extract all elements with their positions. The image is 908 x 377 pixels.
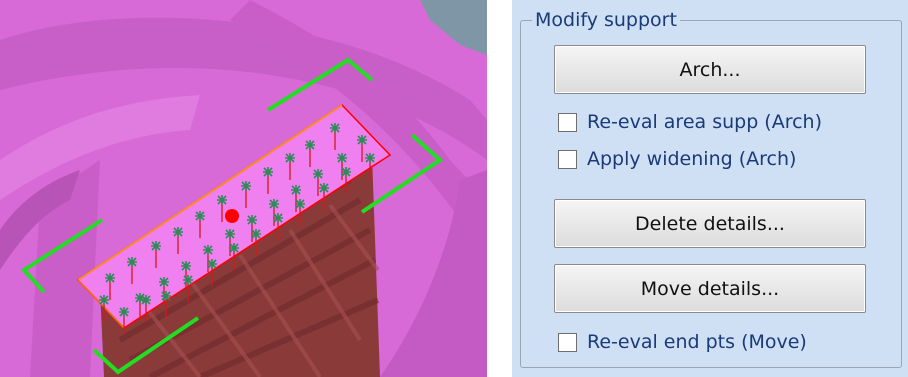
apply-widening-label: Apply widening (Arch) [587, 148, 797, 170]
support-point-marker [341, 167, 351, 177]
group-title: Modify support [532, 8, 680, 32]
support-point-marker [127, 257, 137, 267]
apply-widening-checkbox[interactable]: Apply widening (Arch) [558, 146, 796, 172]
support-point-marker [207, 259, 217, 269]
support-point-marker [365, 153, 375, 163]
support-point-marker [141, 295, 151, 305]
support-point-marker [291, 185, 301, 195]
support-point-marker [161, 291, 171, 301]
support-point-marker [229, 243, 239, 253]
support-point-marker [183, 275, 193, 285]
support-point-marker [319, 183, 329, 193]
checkbox-box[interactable] [558, 332, 577, 352]
reeval-area-checkbox[interactable]: Re-eval area supp (Arch) [558, 109, 822, 135]
support-point-marker [99, 295, 109, 305]
support-point-marker [119, 307, 129, 317]
support-point-marker [337, 153, 347, 163]
support-point-marker [273, 213, 283, 223]
support-point-marker [251, 229, 261, 239]
selected-point [225, 209, 239, 223]
reeval-end-label: Re-eval end pts (Move) [587, 331, 807, 353]
reeval-end-checkbox[interactable]: Re-eval end pts (Move) [558, 329, 807, 355]
support-point-marker [269, 199, 279, 209]
support-point-marker [330, 123, 340, 133]
support-point-marker [151, 241, 161, 251]
reeval-area-label: Re-eval area supp (Arch) [587, 111, 823, 133]
support-point-marker [305, 140, 315, 150]
support-point-marker [217, 195, 227, 205]
delete-details-button[interactable]: Delete details... [554, 199, 866, 248]
support-point-marker [159, 277, 169, 287]
support-point-marker [203, 245, 213, 255]
support-point-marker [173, 227, 183, 237]
modify-support-panel: Modify support Arch... Re-eval area supp… [512, 0, 908, 377]
support-point-marker [285, 153, 295, 163]
3d-viewport[interactable] [0, 0, 487, 377]
support-point-marker [247, 215, 257, 225]
support-point-marker [195, 211, 205, 221]
checkbox-box[interactable] [558, 149, 577, 169]
support-point-marker [357, 135, 367, 145]
arch-button[interactable]: Arch... [554, 45, 866, 94]
support-point-marker [263, 167, 273, 177]
support-point-marker [295, 199, 305, 209]
support-point-marker [181, 261, 191, 271]
support-point-marker [241, 181, 251, 191]
checkbox-box[interactable] [558, 112, 577, 132]
support-point-marker [225, 229, 235, 239]
move-details-button[interactable]: Move details... [554, 264, 866, 313]
support-point-marker [313, 169, 323, 179]
support-point-marker [105, 273, 115, 283]
